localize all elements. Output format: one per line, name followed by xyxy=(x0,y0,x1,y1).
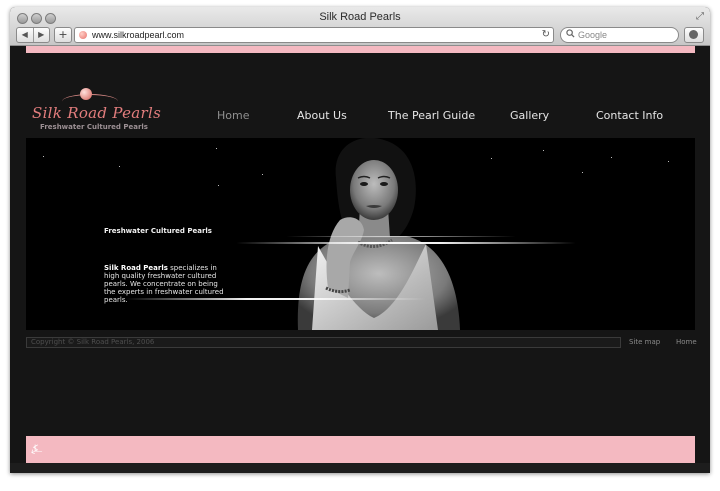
star-dot xyxy=(216,148,217,149)
pearl-icon xyxy=(80,88,92,100)
light-streak xyxy=(286,236,516,237)
page-bottom-strip xyxy=(10,463,710,473)
model-portrait xyxy=(297,138,460,330)
hero-heading: Freshwater Cultured Pearls xyxy=(104,227,212,235)
fullscreen-icon[interactable]: ⤢ xyxy=(696,11,704,22)
search-box[interactable] xyxy=(560,27,679,43)
web-page: Silk Road Pearls Freshwater Cultured Pea… xyxy=(10,46,710,473)
nav-pearl-guide[interactable]: The Pearl Guide xyxy=(388,109,475,122)
star-dot xyxy=(611,157,612,158)
footer-link-site-map[interactable]: Site map xyxy=(629,338,660,346)
downloads-button[interactable] xyxy=(684,27,704,43)
star-dot xyxy=(582,172,583,173)
star-dot xyxy=(43,156,44,157)
star-dot xyxy=(543,150,544,151)
star-dot xyxy=(491,158,492,159)
footer-link-home[interactable]: Home xyxy=(676,338,697,346)
nav-home[interactable]: Home xyxy=(217,109,249,122)
logo-subtitle: Freshwater Cultured Pearls xyxy=(40,123,148,131)
window-title: Silk Road Pearls xyxy=(319,11,401,23)
star-dot xyxy=(668,161,669,162)
hero-description: Silk Road Pearls specializes in high qua… xyxy=(104,264,224,304)
history-nav-group: ◀ ▶ xyxy=(16,27,50,43)
favicon-icon xyxy=(79,31,87,39)
url-text: www.silkroadpearl.com xyxy=(92,30,185,40)
star-dot xyxy=(262,174,263,175)
nav-about-us[interactable]: About Us xyxy=(297,109,347,122)
copyright-text: Copyright © Silk Road Pearls, 2006 xyxy=(31,338,155,346)
search-input[interactable] xyxy=(578,28,673,42)
star-dot xyxy=(119,166,120,167)
nav-contact-info[interactable]: Contact Info xyxy=(596,109,663,122)
cursor-glyph-icon: ⍼ xyxy=(31,442,43,457)
back-button[interactable]: ◀ xyxy=(17,28,34,42)
address-bar[interactable]: www.silkroadpearl.com ↻ xyxy=(74,27,554,43)
copyright-bar: Copyright © Silk Road Pearls, 2006 xyxy=(26,337,621,348)
bottom-pink-band: ⍼ xyxy=(26,436,695,463)
hero-banner: Freshwater Cultured Pearls Silk Road Pea… xyxy=(26,138,695,330)
light-streak xyxy=(236,242,576,244)
nav-gallery[interactable]: Gallery xyxy=(510,109,549,122)
logo-title: Silk Road Pearls xyxy=(32,104,162,122)
download-icon xyxy=(689,30,698,39)
hero-brand: Silk Road Pearls xyxy=(104,264,168,272)
search-icon xyxy=(566,28,575,42)
star-dot xyxy=(218,185,219,186)
add-bookmark-button[interactable]: + xyxy=(54,27,72,43)
reload-icon[interactable]: ↻ xyxy=(542,28,550,42)
top-pink-band xyxy=(26,46,695,53)
forward-button[interactable]: ▶ xyxy=(34,28,50,42)
browser-chrome: Silk Road Pearls ⤢ ◀ ▶ + www.silkroadpea… xyxy=(10,7,710,46)
browser-window: Silk Road Pearls ⤢ ◀ ▶ + www.silkroadpea… xyxy=(10,7,710,473)
